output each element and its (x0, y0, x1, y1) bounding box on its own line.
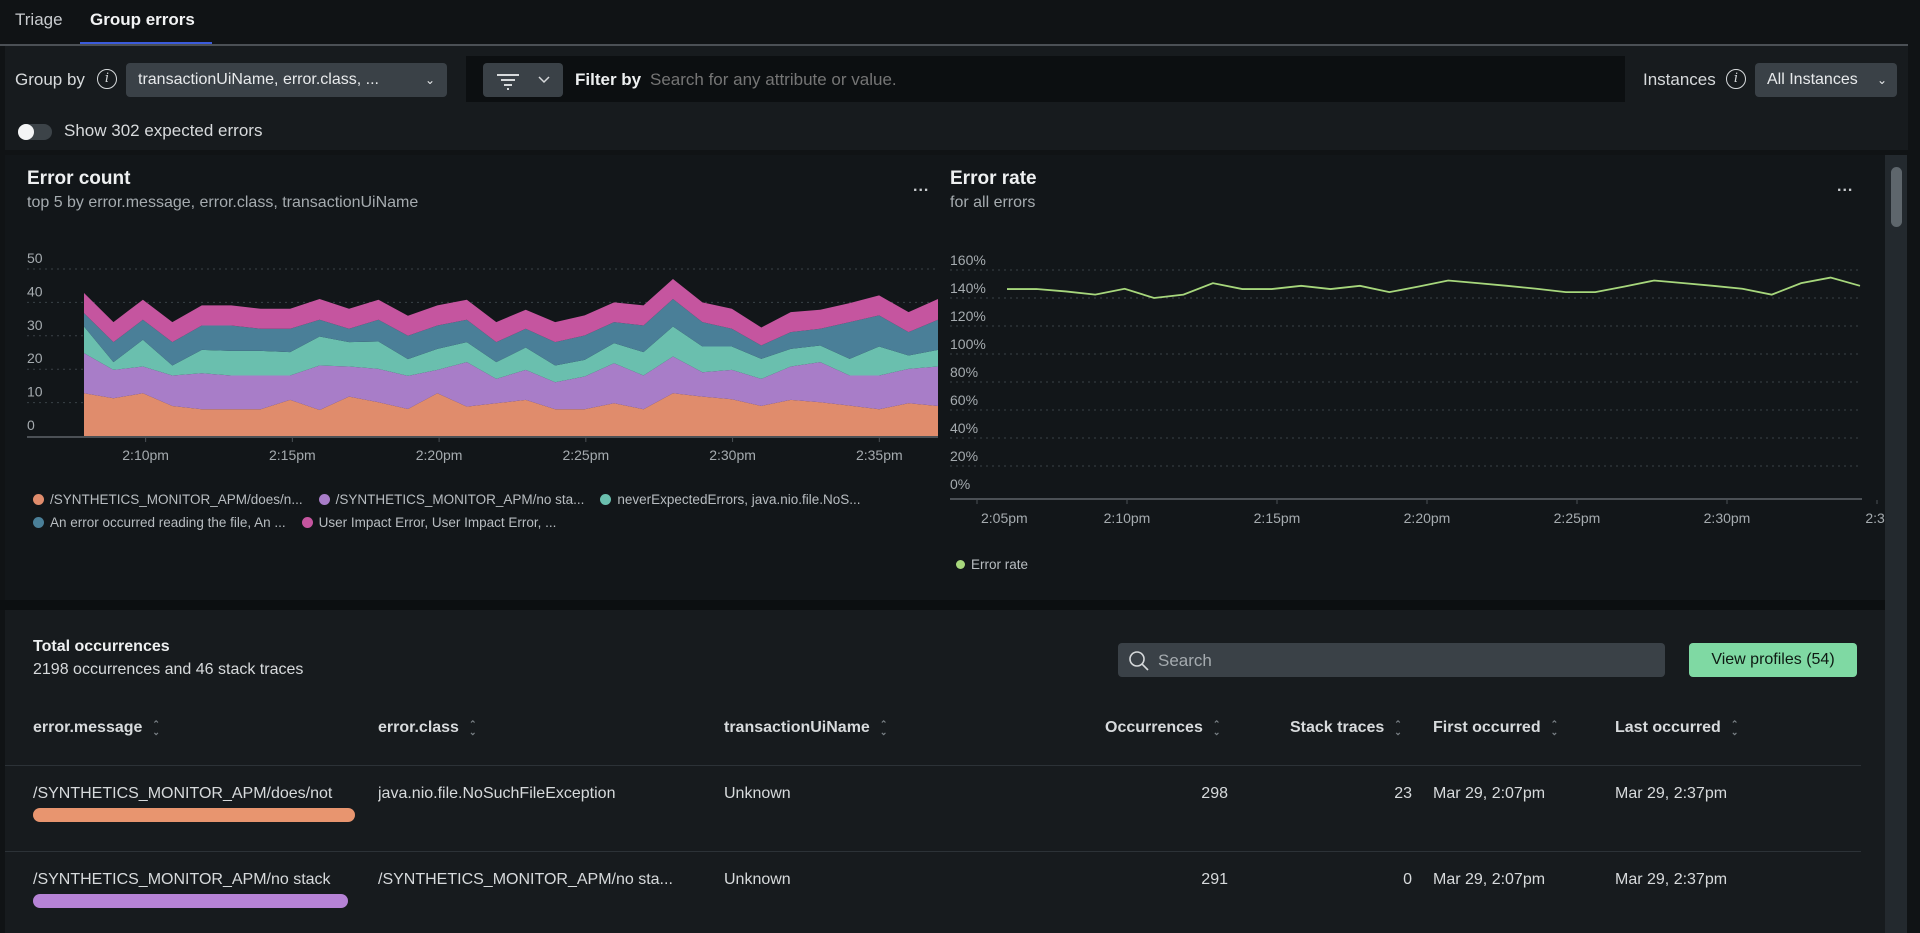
table-row[interactable] (5, 852, 1861, 933)
y-tick-label: 160% (950, 252, 986, 268)
cell-stack-traces: 23 (1394, 785, 1412, 802)
table-search-input[interactable] (1156, 643, 1660, 679)
view-profiles-button[interactable]: View profiles (54) (1689, 643, 1857, 677)
table-search[interactable] (1118, 643, 1665, 679)
y-tick-label: 40% (950, 420, 978, 436)
search-icon (1129, 651, 1149, 671)
cell-transaction: Unknown (724, 871, 791, 888)
cell-first-occurred: Mar 29, 2:07pm (1433, 785, 1546, 802)
sort-icon: ⌃ ⌄ (152, 719, 160, 737)
cell-error-class: java.nio.file.NoSuchFileException (378, 785, 616, 802)
cell-last-occurred: Mar 29, 2:37pm (1615, 871, 1728, 888)
x-tick-label: 2:05pm (981, 510, 1028, 526)
y-tick-label: 0% (950, 476, 970, 492)
occurrence-bar (33, 894, 348, 908)
sort-icon: ⌃ ⌄ (1394, 719, 1402, 737)
column-header-occurrences[interactable]: Occurrences ⌃ ⌄ (1105, 719, 1220, 737)
occurrence-bar (33, 808, 355, 822)
column-header-stack-traces[interactable]: Stack traces ⌃ ⌄ (1290, 719, 1402, 737)
legend-item[interactable]: Error rate (956, 557, 1028, 572)
column-label: Occurrences (1105, 719, 1203, 736)
error-rate-chart: 0% 20% 40% 60% 80% 100% 120% 140% 160% 2:05pm 2:10… (950, 252, 1889, 526)
sort-icon: ⌃ ⌄ (879, 719, 888, 737)
cell-error-message: /SYNTHETICS_MONITOR_APM/does/not (33, 785, 333, 802)
cell-error-message: /SYNTHETICS_MONITOR_APM/no stack (33, 871, 331, 888)
total-occurrences-summary: 2198 occurrences and 46 stack traces (33, 661, 304, 678)
column-header-error-message[interactable]: error.message ⌃ ⌄ (33, 719, 160, 737)
cell-first-occurred: Mar 29, 2:07pm (1433, 871, 1546, 888)
sort-icon: ⌃ ⌄ (468, 719, 477, 737)
column-label: First occurred (1433, 719, 1541, 736)
error-rate-legend: Error rate (956, 557, 1028, 572)
x-tick-label: 2:15pm (1254, 510, 1301, 526)
column-label: error.message (33, 719, 143, 736)
column-header-first-occurred[interactable]: First occurred ⌃ ⌄ (1433, 719, 1558, 737)
panel-divider (0, 600, 1885, 610)
column-header-transaction[interactable]: transactionUiName ⌃ ⌄ (724, 719, 887, 737)
column-header-error-class[interactable]: error.class ⌃ ⌄ (378, 719, 477, 737)
cell-last-occurred: Mar 29, 2:37pm (1615, 785, 1728, 802)
y-tick-label: 100% (950, 336, 986, 352)
cell-occurrences: 298 (1201, 785, 1228, 802)
cell-occurrences: 291 (1201, 871, 1228, 888)
cell-transaction: Unknown (724, 785, 791, 802)
y-tick-label: 140% (950, 280, 986, 296)
total-occurrences-title: Total occurrences (33, 638, 170, 655)
y-tick-label: 120% (950, 308, 986, 324)
x-tick-label: 2:25pm (1554, 510, 1601, 526)
sort-icon: ⌃ ⌄ (1212, 719, 1221, 737)
y-tick-label: 20% (950, 448, 978, 464)
sort-icon: ⌃ ⌄ (1550, 719, 1559, 737)
cell-error-class: /SYNTHETICS_MONITOR_APM/no sta... (378, 871, 673, 888)
legend-dot-icon (956, 560, 965, 569)
column-label: Stack traces (1290, 719, 1385, 736)
column-label: error.class (378, 719, 459, 736)
y-tick-label: 80% (950, 364, 978, 380)
x-tick-label: 2:30pm (1704, 510, 1751, 526)
line-series (1007, 276, 1861, 299)
column-header-last-occurred[interactable]: Last occurred ⌃ ⌄ (1615, 719, 1738, 737)
legend-label: Error rate (971, 557, 1029, 572)
scrollbar-track[interactable] (1885, 155, 1907, 933)
column-label: transactionUiName (724, 719, 870, 736)
x-tick-label: 2:20pm (1404, 510, 1451, 526)
cell-stack-traces: 0 (1403, 871, 1412, 888)
scrollbar-thumb[interactable] (1891, 167, 1902, 227)
y-tick-label: 60% (950, 392, 978, 408)
sort-icon: ⌃ ⌄ (1730, 719, 1739, 737)
column-label: Last occurred (1615, 719, 1721, 736)
x-tick-label: 2:10pm (1104, 510, 1151, 526)
